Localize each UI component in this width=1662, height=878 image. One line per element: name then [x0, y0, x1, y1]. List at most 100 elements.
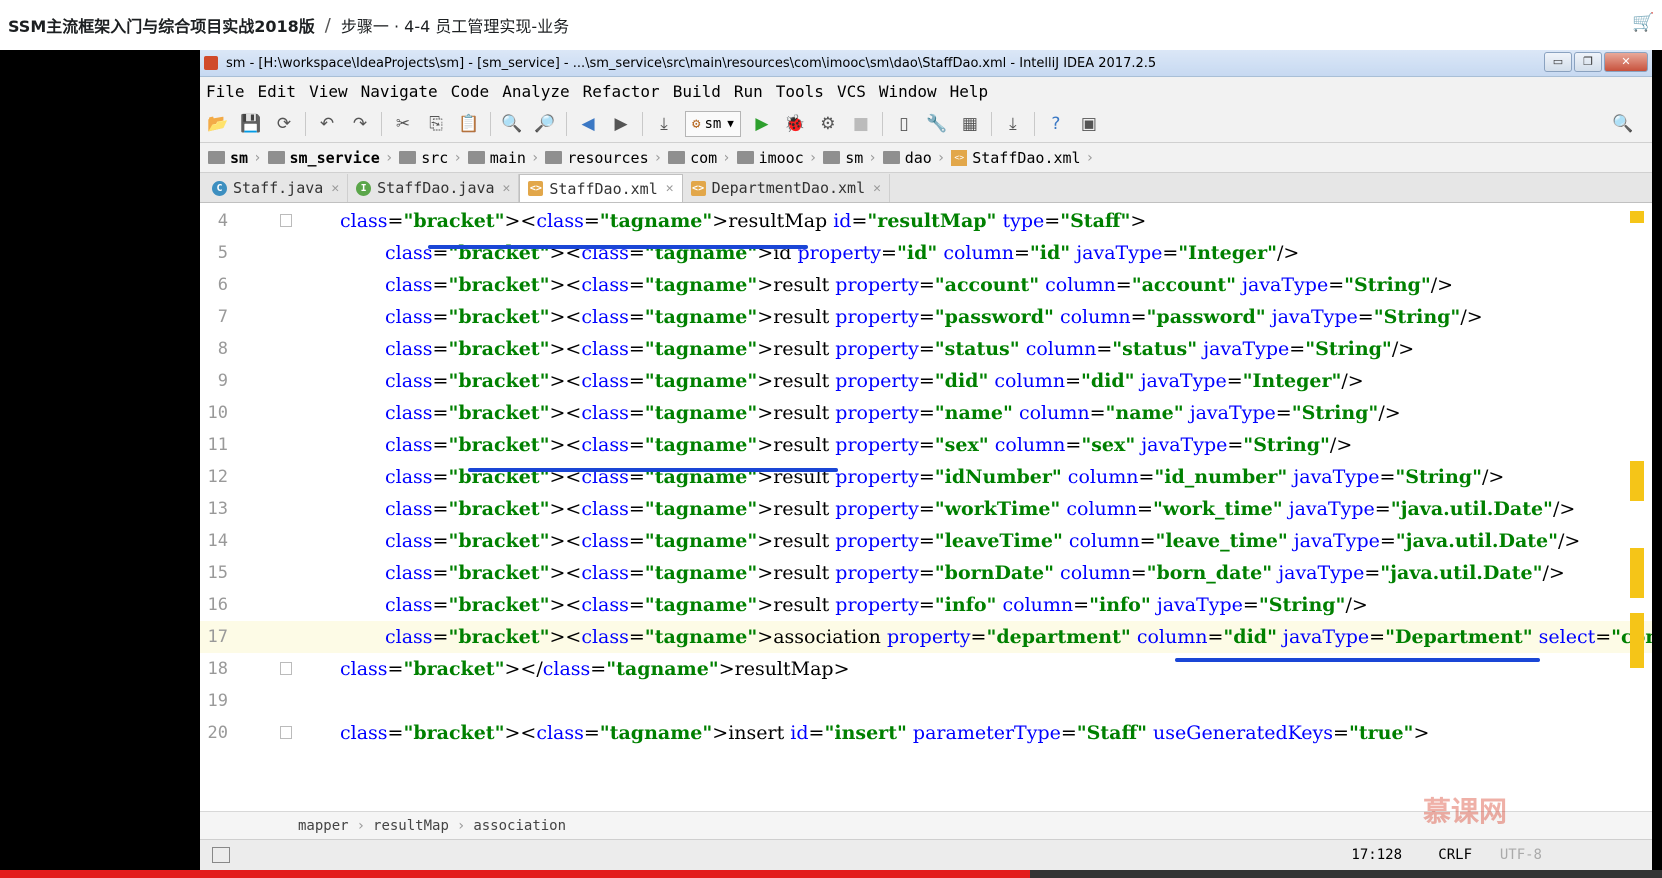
code-text: class="bracket"><class="tagname">result …: [385, 370, 1364, 392]
close-icon[interactable]: ✕: [666, 181, 674, 196]
find-icon[interactable]: 🔍: [500, 112, 524, 136]
fold-marker-icon[interactable]: [280, 726, 292, 739]
code-line[interactable]: 8 class="bracket"><class="tagname">result…: [200, 333, 1652, 365]
breadcrumb-resources[interactable]: resources ›: [545, 149, 662, 167]
back-icon[interactable]: ◀: [576, 112, 600, 136]
close-icon[interactable]: ✕: [503, 181, 511, 196]
breadcrumb-com[interactable]: com ›: [668, 149, 731, 167]
menu-tools[interactable]: Tools: [776, 82, 824, 101]
plugin-icon[interactable]: ▣: [1077, 112, 1101, 136]
make-project-icon[interactable]: ⤓: [652, 112, 676, 136]
coverage-icon[interactable]: ⚙: [816, 112, 840, 136]
menu-window[interactable]: Window: [879, 82, 937, 101]
menu-view[interactable]: View: [309, 82, 348, 101]
tab-departmentdao-xml[interactable]: <> DepartmentDao.xml ✕: [683, 174, 890, 202]
fold-marker-icon[interactable]: [280, 662, 292, 675]
code-line[interactable]: 16 class="bracket"><class="tagname">resul…: [200, 589, 1652, 621]
breadcrumb-sm-service[interactable]: sm_service ›: [267, 149, 393, 167]
resources-folder-icon: [545, 151, 563, 164]
breadcrumb-imooc[interactable]: imooc ›: [736, 149, 817, 167]
replace-icon[interactable]: 🔎: [533, 112, 557, 136]
download-icon[interactable]: ⤓: [1001, 112, 1025, 136]
settings-icon[interactable]: 🔧: [925, 112, 949, 136]
code-line[interactable]: 4 class="bracket"><class="tagname">result…: [200, 205, 1652, 237]
structure-crumb-association[interactable]: association: [473, 818, 566, 834]
line-separator[interactable]: CRLF: [1438, 847, 1472, 863]
minimize-button[interactable]: ▭: [1544, 52, 1572, 72]
menu-analyze[interactable]: Analyze: [502, 82, 569, 101]
project-structure-icon[interactable]: ▦: [958, 112, 982, 136]
breadcrumb-sm[interactable]: sm ›: [208, 149, 262, 167]
breadcrumb-sm-package[interactable]: sm ›: [823, 149, 877, 167]
code-line[interactable]: 15 class="bracket"><class="tagname">resul…: [200, 557, 1652, 589]
error-stripe-marker[interactable]: [1630, 548, 1644, 598]
close-icon[interactable]: ✕: [873, 181, 881, 196]
code-line[interactable]: 19: [200, 685, 1652, 717]
code-line[interactable]: 20 class="bracket"><class="tagname">inser…: [200, 717, 1652, 749]
cart-icon[interactable]: 🛒: [1632, 12, 1654, 34]
undo-icon[interactable]: ↶: [315, 112, 339, 136]
code-line[interactable]: 5 class="bracket"><class="tagname">id pro…: [200, 237, 1652, 269]
caret-position[interactable]: 17:128: [1351, 847, 1402, 863]
bookmark-icon[interactable]: ▯: [892, 112, 916, 136]
run-icon[interactable]: ▶: [750, 112, 774, 136]
tab-staffdao-xml[interactable]: <> StaffDao.xml ✕: [519, 174, 683, 202]
breadcrumb-main[interactable]: main ›: [467, 149, 539, 167]
menu-file[interactable]: File: [206, 82, 245, 101]
restore-button[interactable]: ❐: [1574, 52, 1602, 72]
open-folder-icon[interactable]: 📂: [206, 112, 230, 136]
code-line[interactable]: 10 class="bracket"><class="tagname">resul…: [200, 397, 1652, 429]
menu-build[interactable]: Build: [673, 82, 721, 101]
window-titlebar[interactable]: sm - [H:\workspace\IdeaProjects\sm] - [s…: [200, 50, 1652, 77]
breadcrumb-src[interactable]: src ›: [399, 149, 462, 167]
toolbar-divider: [881, 111, 883, 136]
code-line[interactable]: 6 class="bracket"><class="tagname">result…: [200, 269, 1652, 301]
chevron-right-icon: ›: [253, 149, 262, 166]
copy-icon[interactable]: ⎘: [424, 112, 448, 136]
code-line[interactable]: 12 class="bracket"><class="tagname">resul…: [200, 461, 1652, 493]
video-progress-bar[interactable]: [0, 870, 1662, 878]
breadcrumb-dao[interactable]: dao ›: [882, 149, 945, 167]
code-line[interactable]: 14 class="bracket"><class="tagname">resul…: [200, 525, 1652, 557]
menu-vcs[interactable]: VCS: [837, 82, 866, 101]
menu-run[interactable]: Run: [734, 82, 763, 101]
stop-icon[interactable]: ■: [849, 112, 873, 136]
paste-icon[interactable]: 📋: [457, 112, 481, 136]
debug-icon[interactable]: 🐞: [783, 112, 807, 136]
code-line[interactable]: 13 class="bracket"><class="tagname">resul…: [200, 493, 1652, 525]
structure-crumb-mapper[interactable]: mapper: [298, 818, 349, 834]
error-stripe-marker[interactable]: [1630, 211, 1644, 223]
structure-crumb-resultmap[interactable]: resultMap: [373, 818, 449, 834]
code-line[interactable]: 9 class="bracket"><class="tagname">result…: [200, 365, 1652, 397]
error-stripe-marker[interactable]: [1630, 461, 1644, 501]
menu-refactor[interactable]: Refactor: [583, 82, 660, 101]
code-line[interactable]: 11 class="bracket"><class="tagname">resul…: [200, 429, 1652, 461]
error-stripe-marker[interactable]: [1630, 613, 1644, 668]
file-encoding[interactable]: UTF-8: [1500, 847, 1542, 863]
code-editor[interactable]: 4 class="bracket"><class="tagname">result…: [200, 203, 1652, 811]
menu-edit[interactable]: Edit: [258, 82, 297, 101]
close-button[interactable]: ✕: [1604, 52, 1648, 72]
code-text: class="bracket"><class="tagname">result …: [385, 562, 1565, 584]
search-everywhere-icon[interactable]: 🔍: [1611, 112, 1635, 136]
tool-windows-icon[interactable]: [212, 847, 230, 863]
fold-marker-icon[interactable]: [280, 214, 292, 227]
forward-icon[interactable]: ▶: [609, 112, 633, 136]
tab-staffdao-java[interactable]: I StaffDao.java ✕: [348, 174, 520, 202]
menu-navigate[interactable]: Navigate: [361, 82, 438, 101]
breadcrumb-staffdao-xml[interactable]: <> StaffDao.xml ›: [951, 149, 1094, 167]
code-line[interactable]: 17 class="bracket"><class="tagname">assoc…: [200, 621, 1652, 653]
menu-code[interactable]: Code: [451, 82, 490, 101]
xml-file-icon: <>: [690, 180, 706, 196]
close-icon[interactable]: ✕: [331, 181, 339, 196]
tab-staff-java[interactable]: C Staff.java ✕: [204, 174, 349, 202]
save-icon[interactable]: 💾: [239, 112, 263, 136]
run-config-select[interactable]: ⚙ sm ▼: [685, 110, 741, 137]
course-title[interactable]: SSM主流框架入门与综合项目实战2018版: [8, 13, 315, 37]
help-icon[interactable]: ?: [1044, 112, 1068, 136]
redo-icon[interactable]: ↷: [348, 112, 372, 136]
code-line[interactable]: 7 class="bracket"><class="tagname">result…: [200, 301, 1652, 333]
sync-icon[interactable]: ⟳: [272, 112, 296, 136]
menu-help[interactable]: Help: [950, 82, 989, 101]
cut-icon[interactable]: ✂: [391, 112, 415, 136]
